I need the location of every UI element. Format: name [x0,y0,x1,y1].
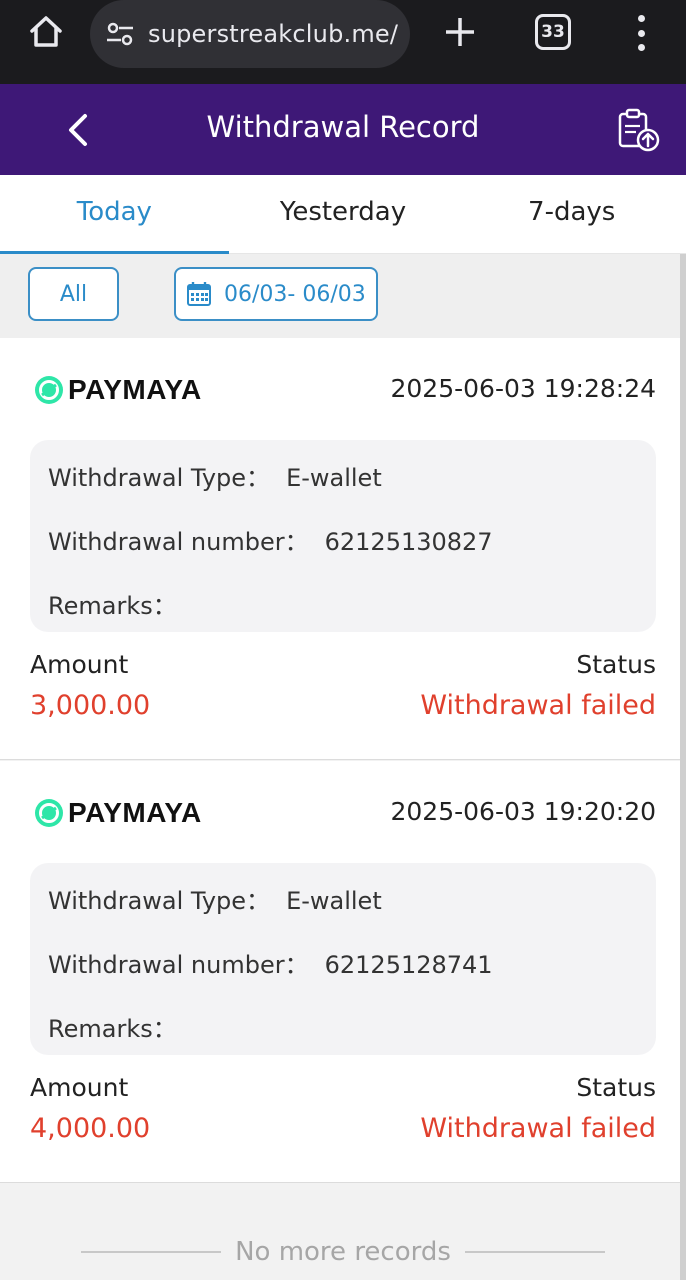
withdrawal-number-value: 62125130827 [324,528,493,556]
site-settings-icon[interactable] [104,18,136,50]
clipboard-upload-icon[interactable] [614,106,662,154]
withdrawal-type-value: E-wallet [286,887,382,915]
tab-today[interactable]: Today [0,175,229,254]
amount-value: 4,000.00 [30,1113,151,1144]
all-filter-button[interactable]: All [28,267,119,321]
withdrawal-record[interactable]: PAYMAYA 2025-06-03 19:28:24 Withdrawal T… [0,338,680,760]
payment-method: PAYMAYA [34,797,202,829]
payment-method-name: PAYMAYA [68,797,202,828]
remarks-label: Remarks： [48,1015,177,1043]
calendar-icon [187,282,211,306]
remarks-row: Remarks： [48,1009,177,1044]
tab-7-days[interactable]: 7-days [457,175,686,253]
paymaya-logo-icon [35,376,63,404]
record-datetime: 2025-06-03 19:28:24 [390,374,656,403]
amount-value: 3,000.00 [30,690,151,721]
new-tab-icon[interactable] [440,12,480,52]
no-more-records-text: No more records [235,1237,451,1267]
divider [464,1251,605,1253]
status-value: Withdrawal failed [420,690,656,721]
withdrawal-type-row: Withdrawal Type： E-wallet [48,458,382,493]
withdrawal-type-value: E-wallet [286,464,382,492]
withdrawal-type-label: Withdrawal Type： [48,887,271,915]
status-value: Withdrawal failed [420,1113,656,1144]
date-tabs: Today Yesterday 7-days [0,175,686,254]
withdrawal-number-row: Withdrawal number： 62125130827 [48,522,493,557]
withdrawal-type-row: Withdrawal Type： E-wallet [48,881,382,916]
browser-toolbar: superstreakclub.me/m 33 [0,0,686,84]
more-menu-icon[interactable] [625,12,657,54]
address-bar[interactable]: superstreakclub.me/m [90,0,410,68]
date-range-text: 06/03- 06/03 [224,281,366,307]
amount-label: Amount [30,650,129,679]
withdrawal-number-value: 62125128741 [324,951,493,979]
withdrawal-record[interactable]: PAYMAYA 2025-06-03 19:20:20 Withdrawal T… [0,761,680,1183]
date-range-button[interactable]: 06/03- 06/03 [174,267,378,321]
filter-bar: All 06/03- 06/03 [0,254,686,338]
withdrawal-number-label: Withdrawal number： [48,528,309,556]
withdrawal-number-label: Withdrawal number： [48,951,309,979]
scrollbar[interactable] [680,254,686,1280]
page-title: Withdrawal Record [206,110,480,144]
payment-method: PAYMAYA [34,374,202,406]
amount-label: Amount [30,1073,129,1102]
record-details: Withdrawal Type： E-wallet Withdrawal numb… [30,863,656,1055]
home-icon[interactable] [22,10,70,54]
withdrawal-type-label: Withdrawal Type： [48,464,271,492]
app-header: Withdrawal Record [0,84,686,175]
remarks-label: Remarks： [48,592,177,620]
tab-switcher-button[interactable]: 33 [535,14,571,50]
record-details: Withdrawal Type： E-wallet Withdrawal numb… [30,440,656,632]
paymaya-logo-icon [35,799,63,827]
no-more-records: No more records [0,1232,686,1272]
tab-yesterday[interactable]: Yesterday [229,175,458,253]
url-text: superstreakclub.me/m [148,20,398,48]
payment-method-name: PAYMAYA [68,374,202,405]
divider [81,1251,222,1253]
status-label: Status [576,1073,656,1102]
withdrawal-number-row: Withdrawal number： 62125128741 [48,945,493,980]
record-datetime: 2025-06-03 19:20:20 [390,797,656,826]
remarks-row: Remarks： [48,586,177,621]
status-label: Status [576,650,656,679]
